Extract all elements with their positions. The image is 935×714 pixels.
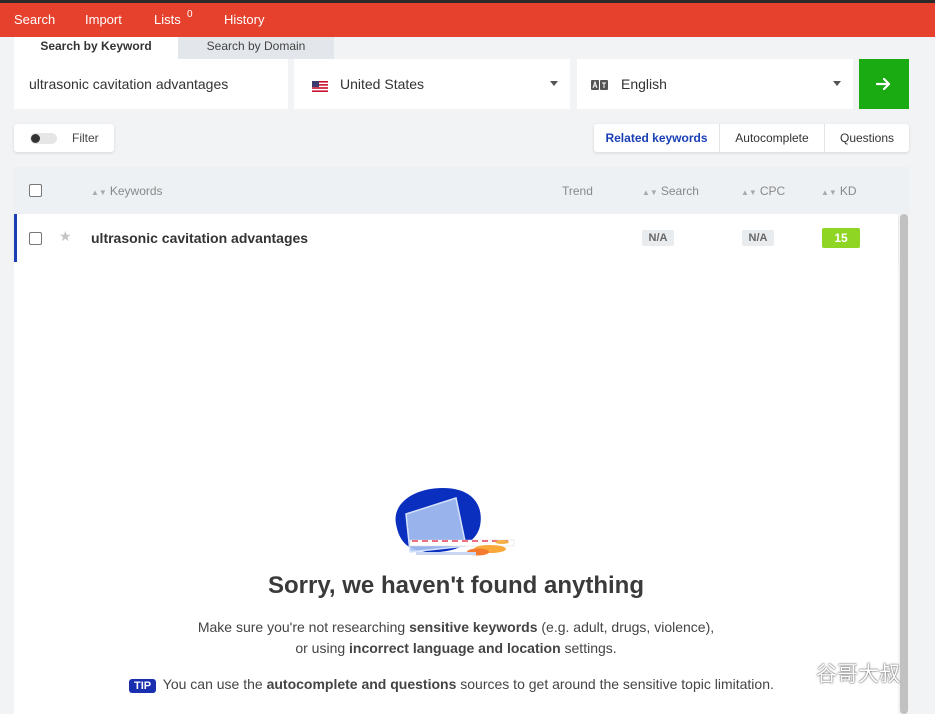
column-kd[interactable]: ▲▼ KD (821, 184, 857, 198)
column-kd-label: KD (839, 184, 857, 198)
tab-autocomplete[interactable]: Autocomplete (719, 124, 824, 152)
location-label: United States (340, 76, 425, 92)
chevron-down-icon (550, 81, 558, 86)
tab-questions[interactable]: Questions (824, 124, 909, 152)
message-text: sources to get around the sensitive topi… (456, 676, 774, 692)
column-trend: Trend (562, 184, 593, 198)
language-label: English (621, 76, 667, 92)
sort-icon: ▲▼ (91, 188, 107, 197)
message-bold: incorrect language and location (349, 640, 561, 656)
empty-state-illustration (395, 488, 515, 556)
tab-search-by-keyword[interactable]: Search by Keyword (14, 37, 178, 59)
location-select[interactable]: United States (294, 59, 570, 109)
cpc-cell: N/A (742, 230, 774, 246)
kd-badge: 15 (822, 228, 860, 248)
scrollbar-thumb[interactable] (900, 214, 908, 714)
table-row[interactable]: ★ ultrasonic cavitation advantages N/A N… (14, 214, 898, 262)
select-all-checkbox[interactable] (29, 184, 42, 197)
chevron-down-icon (833, 81, 841, 86)
language-select[interactable]: English (577, 59, 853, 109)
scrollbar[interactable] (899, 214, 909, 714)
star-icon[interactable]: ★ (59, 228, 72, 245)
search-submit-button[interactable] (859, 59, 909, 109)
message-text: (e.g. adult, drugs, violence), (537, 619, 715, 635)
lists-count-badge: 0 (187, 9, 193, 20)
tab-related-keywords[interactable]: Related keywords (594, 124, 719, 152)
nav-lists[interactable]: Lists 0 (154, 9, 193, 27)
empty-state-title: Sorry, we haven't found anything (268, 572, 644, 599)
us-flag-icon (312, 79, 328, 92)
row-checkbox[interactable] (29, 232, 42, 245)
column-cpc[interactable]: ▲▼ CPC (741, 184, 785, 198)
nav-history[interactable]: History (224, 12, 264, 27)
nav-import[interactable]: Import (85, 12, 122, 27)
message-text: settings. (560, 640, 617, 656)
message-text: You can use the (159, 676, 267, 692)
table-header: ▲▼ Keywords Trend ▲▼ Search ▲▼ CPC ▲▼ KD (14, 167, 910, 214)
filter-label: Filter (72, 131, 99, 145)
message-bold: sensitive keywords (409, 619, 538, 635)
wechat-icon (782, 662, 808, 683)
sort-icon: ▲▼ (642, 188, 658, 197)
translate-icon (591, 78, 609, 90)
message-text: Make sure you're not researching (197, 619, 410, 635)
message-bold: autocomplete and questions (266, 676, 457, 692)
watermark: 谷哥大叔 (782, 658, 900, 688)
sort-icon: ▲▼ (821, 188, 837, 197)
column-keywords[interactable]: ▲▼ Keywords (91, 184, 163, 198)
empty-state-message-line1: Make sure you're not researching sensiti… (14, 619, 898, 635)
keyword-source-tabs: Related keywords Autocomplete Questions (594, 124, 909, 152)
column-search[interactable]: ▲▼ Search (642, 184, 699, 198)
tip-badge: TIP (129, 679, 157, 693)
arrow-right-icon (876, 77, 891, 91)
filter-switch[interactable] (30, 133, 57, 144)
top-navigation: Search Import Lists 0 History (0, 0, 935, 37)
column-search-label: Search (660, 184, 699, 198)
message-text: or using (295, 640, 350, 656)
watermark-text: 谷哥大叔 (816, 662, 900, 686)
keyword-cell[interactable]: ultrasonic cavitation advantages (91, 230, 308, 246)
column-keywords-label: Keywords (109, 184, 163, 198)
filter-toggle-button[interactable]: Filter (14, 124, 114, 152)
nav-lists-label: Lists (154, 12, 181, 27)
tab-search-by-domain[interactable]: Search by Domain (178, 37, 334, 59)
tip-message: TIP You can use the autocomplete and que… (129, 676, 774, 693)
switch-knob (31, 134, 40, 143)
sort-icon: ▲▼ (741, 188, 757, 197)
keyword-input[interactable] (14, 59, 288, 109)
empty-state-message-line2: or using incorrect language and location… (14, 640, 898, 656)
nav-search[interactable]: Search (14, 12, 55, 27)
search-volume-cell: N/A (642, 230, 674, 246)
column-cpc-label: CPC (759, 184, 786, 198)
